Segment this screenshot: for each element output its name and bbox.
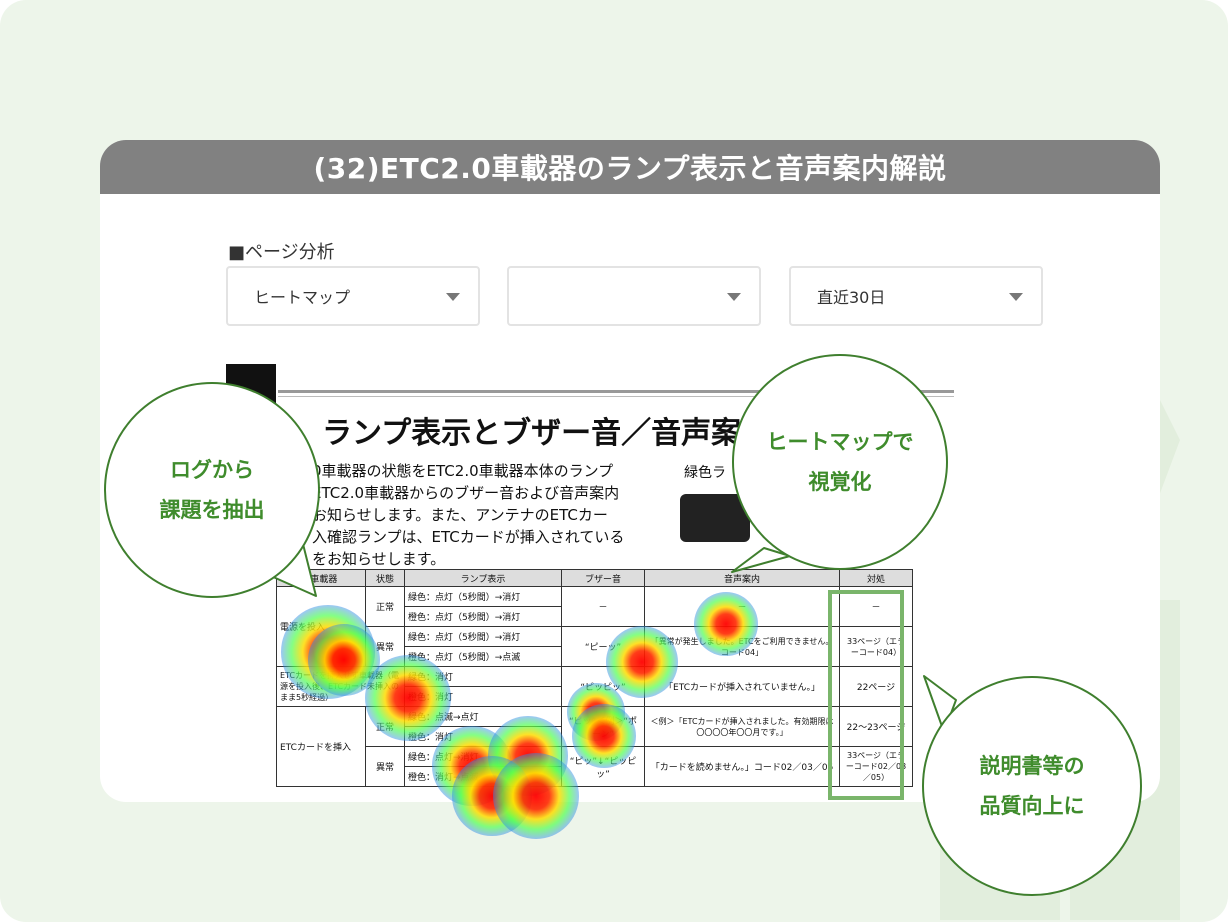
callout-line: 品質向上に — [979, 794, 1085, 818]
callout-line: ログから — [170, 458, 254, 482]
callout-line: 説明書等の — [979, 754, 1085, 778]
callout-line: ヒートマップで — [766, 430, 914, 454]
callout-quality-improvement: 説明書等の 品質向上に — [922, 676, 1142, 896]
callout-line: 課題を抽出 — [159, 498, 265, 522]
page-background: (32)ETC2.0車載器のランプ表示と音声案内解説 ■ページ分析 ヒートマップ… — [0, 0, 1228, 922]
callout-log-extraction: ログから 課題を抽出 — [104, 382, 320, 598]
callout-line: 視覚化 — [808, 470, 872, 494]
callout-heatmap-visualization: ヒートマップで 視覚化 — [732, 354, 948, 570]
